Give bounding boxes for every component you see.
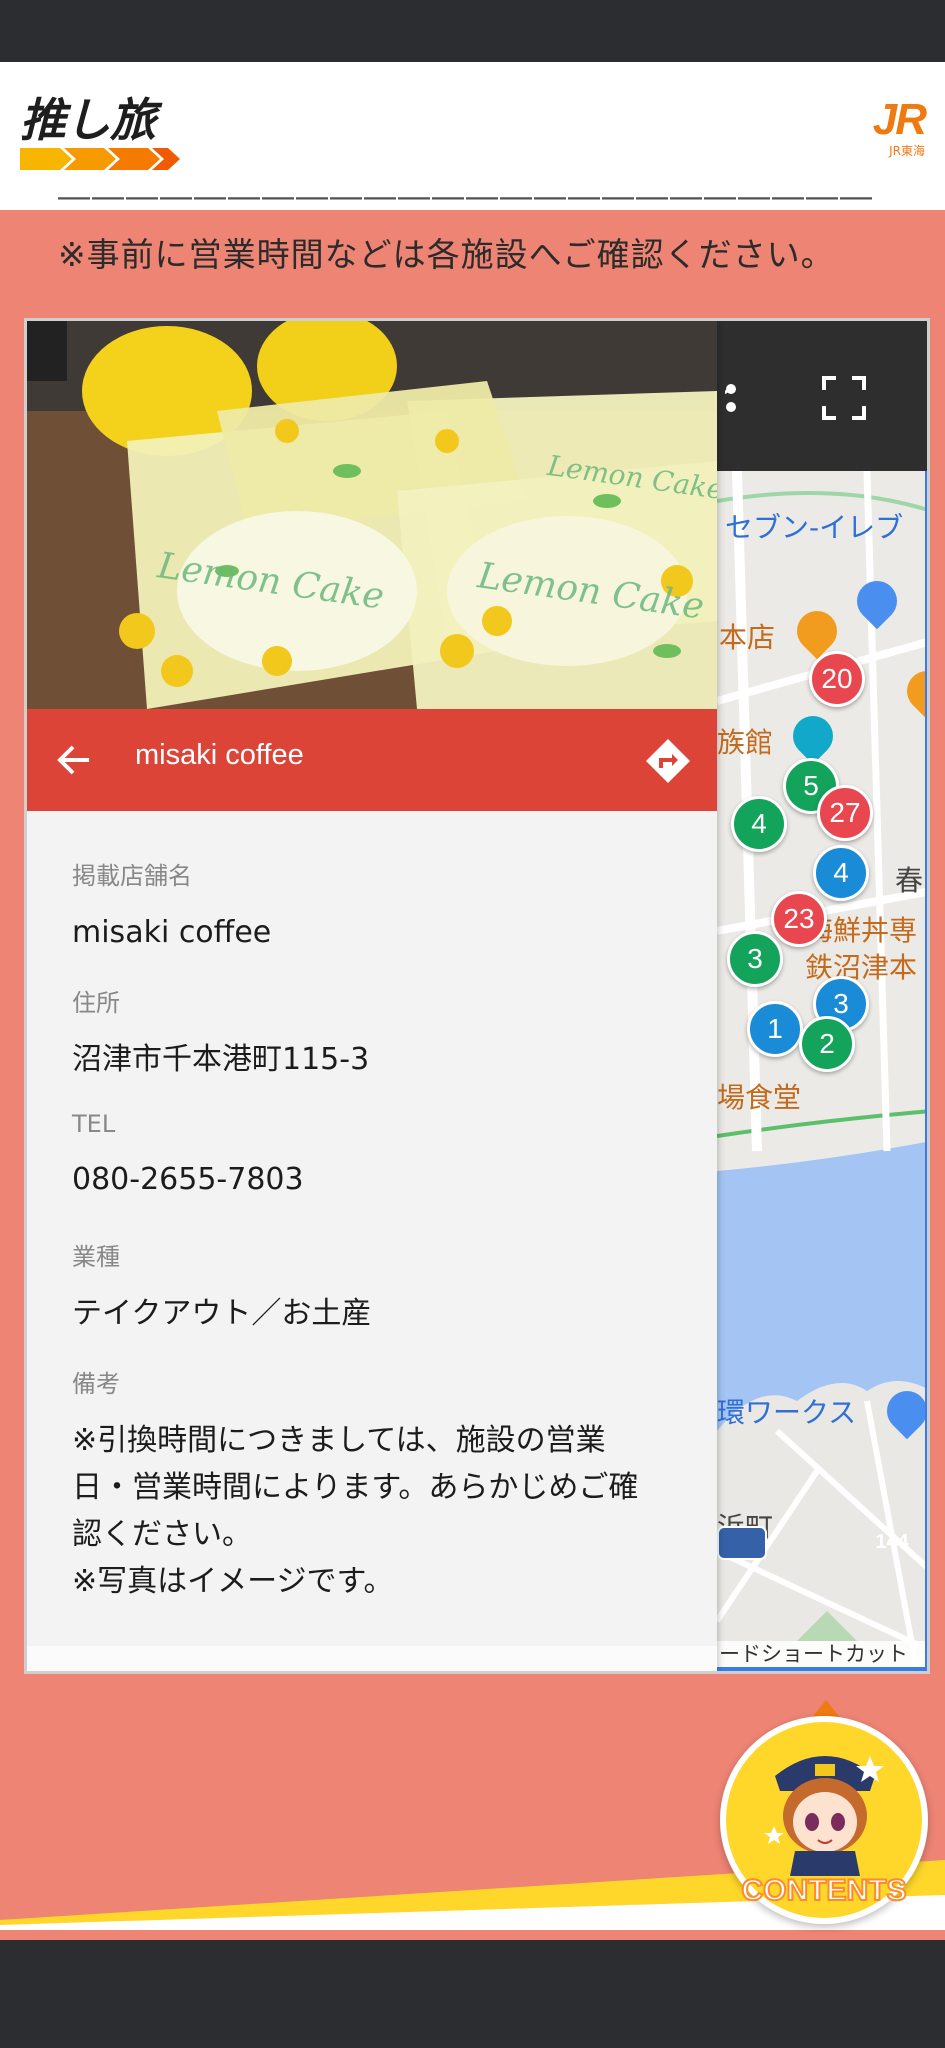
panel-title: misaki coffee [135,739,304,771]
lemon-cake-photo [27,321,717,709]
back-arrow-icon[interactable] [57,743,91,777]
place-photo: Lemon Cake Lemon Cake Lemon Cake [27,321,717,709]
notice-previous-line-clipped: ―――――――――――――――――――――――― [58,196,874,215]
status-bar [0,0,945,62]
site-header: 推し旅 JR JR東海 [0,62,945,210]
map-pin[interactable]: 4 [813,845,869,901]
jr-sub-label: JR東海 [889,144,925,158]
fullscreen-icon[interactable] [822,376,866,420]
field-value-line: 認ください。 [72,1517,252,1552]
field-tel: TEL 080-2655-7803 [72,1110,672,1203]
share-icon[interactable] [725,383,751,413]
map-embed[interactable]: セブン-イレブ 本店 族館 春 海鮮丼専 鉄沼津本 場食堂 環ワークス 浜町 2… [24,318,930,1674]
field-label: 業種 [72,1243,120,1271]
map-pin[interactable]: 23 [771,891,827,947]
panel-header: misaki coffee [27,709,717,811]
field-notes: 備考 ※引換時間につきましては、施設の営業 日・営業時間によります。あらかじめご… [72,1364,672,1605]
keyboard-shortcut-link[interactable]: ードショートカット [717,1641,927,1667]
panel-bottom-edge [27,1646,717,1671]
map-label: 本店 [719,621,776,654]
field-label: TEL [72,1110,116,1138]
jr-mark: JR [872,95,927,144]
map-pin[interactable]: 1 [747,1001,803,1057]
map-label: 鉄沼津本 [805,951,918,984]
mascot-character-icon [764,1756,884,1876]
field-label: 住所 [72,989,120,1017]
oshitabi-logo[interactable]: 推し旅 [20,92,180,172]
field-value: 沼津市千本港町115-3 [72,1042,370,1077]
map-label: セブン-イレブ [725,511,904,544]
field-value-line: ※写真はイメージです。 [72,1564,394,1599]
notice-text: ※事前に営業時間などは各施設へご確認ください。 [58,235,835,274]
map-pin[interactable]: 20 [809,651,865,707]
contents-button[interactable]: CONTENTS [720,1700,928,1924]
logo-text: 推し旅 [20,93,156,147]
field-value: misaki coffee [72,915,272,950]
field-label: 掲載店舗名 [72,862,192,890]
map-label: 環ワークス [717,1396,857,1429]
field-address: 住所 沼津市千本港町115-3 [72,983,672,1083]
route-badge-number: 144 [875,1531,909,1553]
contents-label: CONTENTS [741,1873,908,1908]
map-pin[interactable]: 2 [799,1016,855,1072]
map-focus-border [717,1667,927,1671]
field-store-name: 掲載店舗名 misaki coffee [72,856,672,956]
field-value-line: 日・営業時間によります。あらかじめご確 [72,1470,639,1505]
map-label: 族館 [717,726,774,759]
logo-arrows-icon [20,148,180,170]
field-label: 備考 [72,1370,120,1398]
directions-icon[interactable] [644,737,692,785]
field-value-line: ※引換時間につきましては、施設の営業 [72,1423,606,1458]
map-pin[interactable]: 3 [727,931,783,987]
place-detail-panel: Lemon Cake Lemon Cake Lemon Cake misaki … [27,321,717,1671]
map-area[interactable]: セブン-イレブ 本店 族館 春 海鮮丼専 鉄沼津本 場食堂 環ワークス 浜町 2… [27,321,927,1671]
map-canvas[interactable]: セブン-イレブ 本店 族館 春 海鮮丼専 鉄沼津本 場食堂 環ワークス 浜町 2… [717,471,927,1671]
field-value: 080-2655-7803 [72,1162,304,1197]
map-focus-border [925,471,927,1671]
map-pin[interactable]: 27 [817,785,873,841]
map-pin[interactable]: 4 [731,796,787,852]
map-label: 場食堂 [717,1081,802,1114]
jr-central-logo[interactable]: JR JR東海 [845,95,927,162]
route-badge-icon [717,1526,767,1560]
map-label: 春 [895,864,924,897]
system-nav-bar [0,1940,945,2048]
field-value: テイクアウト／お土産 [72,1296,372,1331]
field-category: 業種 テイクアウト／お土産 [72,1237,672,1337]
map-toolbar [717,321,927,471]
